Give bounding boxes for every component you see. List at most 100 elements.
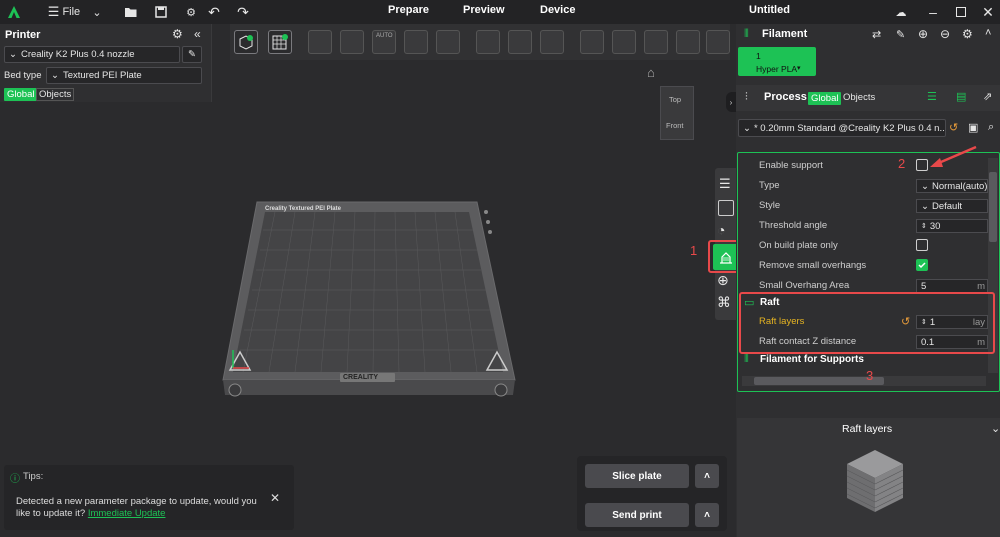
support-type-select[interactable]: ⌄ Normal(auto) [916,179,988,193]
help-collapse-icon[interactable]: ⌄ [991,422,1000,435]
build-plate-only-checkbox[interactable] [916,239,928,251]
reset-profile-icon[interactable]: ↺ [949,121,958,134]
small-overhang-area-label: Small Overhang Area [759,280,850,291]
view-cube[interactable]: Top Front [660,86,694,140]
compare-icon[interactable]: ▤ [956,90,966,103]
menu-icon: ☰ [47,4,60,19]
process-settings-icon[interactable]: ⇗ [983,90,992,103]
filament-settings-icon[interactable]: ⚙ [962,27,973,41]
tips-title: Tips: [23,471,44,482]
list-view-icon[interactable]: ☰ [927,90,937,103]
immediate-update-link[interactable]: Immediate Update [88,508,166,519]
threshold-angle-label: Threshold angle [759,220,828,231]
build-plate-only-label: On build plate only [759,240,838,251]
collapse-sidebar-handle[interactable]: › [726,92,736,112]
boolean-tool[interactable] [676,30,700,54]
arrange-tool[interactable] [340,30,364,54]
cube-tool[interactable] [580,30,604,54]
filament-edit-icon[interactable]: ✎ [896,28,905,41]
add-filament-icon[interactable]: ⊕ [918,27,928,41]
printer-select[interactable]: ⌄ Creality K2 Plus 0.4 nozzle [4,46,180,63]
object-grid-tool[interactable] [540,30,564,54]
annotation-number-3: 3 [866,368,874,383]
process-profile-select[interactable]: ⌄ * 0.20mm Standard @Creality K2 Plus 0.… [738,119,946,137]
enable-support-label: Enable support [759,160,823,171]
gear-icon[interactable]: ⚙ [183,2,199,22]
close-tips-icon[interactable]: ✕ [270,491,280,505]
filament-sync-icon[interactable]: ⇄ [872,28,881,41]
save-icon[interactable] [153,2,169,22]
cloud-upload-icon[interactable]: ☁ [893,2,909,22]
enable-support-checkbox[interactable] [916,159,928,171]
annotation-arrow [930,145,977,167]
raft-layers-preview [846,450,904,512]
support-style-label: Style [759,200,781,211]
filament-supports-icon: ⦀ [744,353,749,365]
process-tab-global[interactable]: Global [808,92,842,105]
clover-icon[interactable]: ⌘ [717,294,731,311]
slice-options-button[interactable]: ˄ [695,464,719,488]
process-title: Process [764,91,807,103]
filament-collapse-icon[interactable]: ˄ [985,27,991,39]
maximize-icon[interactable] [953,2,969,22]
annotation-box-3 [739,292,995,354]
tab-objects[interactable]: Objects [36,88,75,101]
send-print-button[interactable]: Send print [585,503,689,527]
target-icon[interactable]: ⊕ [717,272,729,289]
plate-grid-tool[interactable] [476,30,500,54]
filament-title: Filament [762,28,808,40]
undo-icon[interactable]: ↶ [206,2,222,22]
process-tab-objects[interactable]: Objects [843,92,875,103]
hollow-tool[interactable] [612,30,636,54]
info-icon: ⓘ [10,474,20,485]
home-view-icon[interactable]: ⌂ [647,65,655,80]
filament-slot-1[interactable]: 1 Hyper PLA ▾ [738,47,816,76]
bed-type-select[interactable]: ⌄ Textured PEI Plate [46,67,202,84]
chevron-down-icon[interactable]: ⌄ [89,2,105,22]
tab-device[interactable]: Device [540,4,575,16]
auto-orient-tool[interactable]: AUTO [372,30,396,54]
speed-gauge-icon[interactable]: ◔ [717,222,725,238]
tab-preview[interactable]: Preview [463,4,505,16]
annotation-number-1: 1 [690,243,698,258]
threshold-angle-input[interactable]: ⇕ 30 [916,219,988,233]
multi-plate-tool[interactable] [508,30,532,54]
select-area-icon[interactable] [718,200,734,216]
add-plate-tool[interactable] [268,30,292,54]
printer-settings-icon[interactable]: ⚙ [172,27,183,41]
measure-tool[interactable] [706,30,730,54]
support-style-select[interactable]: ⌄ Default [916,199,988,213]
lay-on-face-tool[interactable] [436,30,460,54]
edit-printer-button[interactable]: ✎ [182,46,202,63]
redo-icon[interactable]: ↷ [235,2,251,22]
small-overhang-area-input[interactable]: 5m [916,279,988,293]
tab-global[interactable]: Global [4,88,38,101]
chevron-down-icon: ▾ [797,65,801,72]
printer-panel-title: Printer [5,29,41,41]
chevron-down-icon: ⌄ [921,180,929,192]
horizontal-scrollbar[interactable] [742,376,986,386]
help-panel-title: Raft layers [842,423,893,435]
minimize-icon[interactable]: – [925,2,941,22]
chevron-down-icon: ⌄ [743,122,751,134]
open-folder-icon[interactable] [123,2,139,22]
search-icon[interactable]: ⌕ [988,121,994,134]
stepper-icon: ⇕ [921,223,927,230]
annotation-number-2: 2 [898,156,906,171]
send-options-button[interactable]: ˄ [695,503,719,527]
orient-tool[interactable] [308,30,332,54]
remove-small-overhangs-checkbox[interactable] [916,259,928,271]
collapse-panel-icon[interactable]: « [194,27,201,41]
file-menu-button[interactable]: ☰ File [44,2,84,22]
view-top-label: Top [669,95,682,104]
align-tool-icon[interactable]: ☰ [719,176,731,192]
tab-prepare[interactable]: Prepare [388,4,429,16]
split-tool[interactable] [404,30,428,54]
save-profile-icon[interactable]: ▣ [968,121,978,134]
remove-filament-icon[interactable]: ⊖ [940,27,950,41]
cut-tool[interactable] [644,30,668,54]
slice-plate-button[interactable]: Slice plate [585,464,689,488]
add-object-tool[interactable] [234,30,258,54]
chevron-down-icon: ⌄ [9,49,17,60]
close-icon[interactable]: ✕ [980,2,996,22]
